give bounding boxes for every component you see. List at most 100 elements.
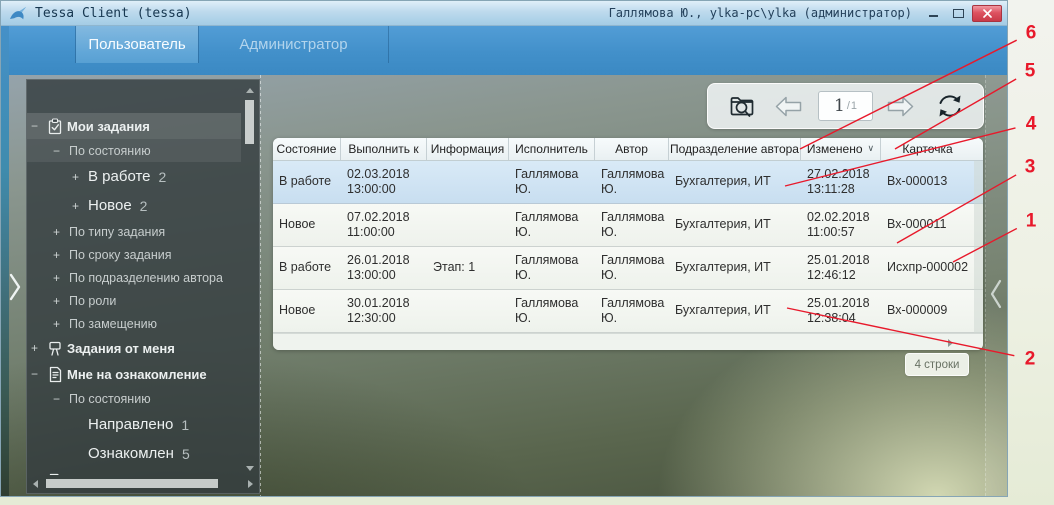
collapse-expander-icon[interactable]: − <box>31 367 47 381</box>
refresh-icon <box>934 91 966 121</box>
table-vertical-scrollbar[interactable] <box>974 161 983 333</box>
expand-expander-icon[interactable]: + <box>53 271 69 285</box>
scroll-down-icon[interactable] <box>246 466 254 471</box>
cell-line: 12:30:00 <box>347 311 421 327</box>
cell-line: Ю. <box>515 225 589 241</box>
sidebar-item[interactable]: +По замещению <box>27 312 241 335</box>
annotation-number-1: 1 <box>1026 211 1037 232</box>
column-header[interactable]: Автор <box>595 138 669 160</box>
column-header-label: Состояние <box>277 142 337 156</box>
maximize-icon <box>953 9 964 18</box>
table-cell: В работе <box>273 161 341 203</box>
cell-line: Исхпр-000002 <box>887 260 968 276</box>
scrollbar-thumb[interactable] <box>46 479 218 488</box>
expand-expander-icon[interactable]: + <box>53 225 69 239</box>
sidebar-item[interactable]: +По типу задания <box>27 220 241 243</box>
cell-line: 13:11:28 <box>807 182 875 198</box>
expand-expander-icon[interactable]: + <box>53 317 69 331</box>
annotation-number-4: 4 <box>1026 114 1037 135</box>
sidebar-vertical-scrollbar[interactable] <box>244 88 255 471</box>
expand-expander-icon[interactable]: + <box>53 248 69 262</box>
annotation-number-6: 6 <box>1026 23 1037 44</box>
title-bar: Tessa Client (tessa) Галлямова Ю., ylka-… <box>1 1 1007 26</box>
sidebar-item[interactable]: −Мои задания <box>27 113 241 139</box>
previous-page-button[interactable] <box>773 94 804 119</box>
sidebar-horizontal-scrollbar[interactable] <box>33 478 233 489</box>
scroll-up-icon[interactable] <box>246 88 254 93</box>
collapse-expander-icon[interactable]: − <box>53 144 69 158</box>
sidebar-item[interactable]: −По состоянию <box>27 139 241 162</box>
main-tab-bar: Пользователь Администратор <box>9 26 1007 75</box>
scroll-right-icon[interactable] <box>948 339 953 347</box>
column-header[interactable]: Карточка <box>881 138 974 160</box>
table-row[interactable]: В работе26.01.201813:00:00Этап: 1Галлямо… <box>273 247 983 290</box>
table-row[interactable]: Новое07.02.201811:00:00ГаллямоваЮ.Галлям… <box>273 204 983 247</box>
folder-search-button[interactable] <box>728 93 757 120</box>
sidebar-item[interactable]: +По сроку задания <box>27 243 241 266</box>
next-page-button[interactable] <box>885 94 916 119</box>
table-horizontal-scrollbar[interactable] <box>273 333 983 350</box>
maximize-button[interactable] <box>947 5 969 22</box>
cell-line: Новое <box>279 303 335 319</box>
item-count-badge: 5 <box>182 446 190 462</box>
expand-expander-icon[interactable]: + <box>72 199 88 213</box>
annotation-number-3: 3 <box>1025 157 1036 178</box>
sidebar-item[interactable]: Направлено1 <box>27 410 241 439</box>
collapse-expander-icon[interactable]: − <box>31 119 47 133</box>
column-header[interactable]: Выполнить к <box>341 138 427 160</box>
collapse-right-panel-chevron[interactable] <box>989 277 1003 316</box>
column-header[interactable]: Информация <box>427 138 509 160</box>
collapse-left-panel-chevron[interactable] <box>9 271 23 308</box>
table-cell: ГаллямоваЮ. <box>509 204 595 246</box>
expand-expander-icon[interactable]: + <box>53 294 69 308</box>
table-cell: 02.03.201813:00:00 <box>341 161 427 203</box>
scroll-left-icon[interactable] <box>33 480 38 488</box>
column-header[interactable]: Исполнитель <box>509 138 595 160</box>
sidebar-tree: −Мои задания−По состоянию+В работе2+Ново… <box>27 80 241 475</box>
table-cell: 27.02.201813:11:28 <box>801 161 881 203</box>
refresh-button[interactable] <box>934 91 966 121</box>
sidebar-item[interactable]: +Задания от меня <box>27 335 241 361</box>
column-header[interactable]: Подразделение автора <box>669 138 801 160</box>
cell-line: Ю. <box>601 225 663 241</box>
app-window: Tessa Client (tessa) Галлямова Ю., ylka-… <box>0 0 1008 497</box>
sidebar-item[interactable]: +В работе2 <box>27 162 241 191</box>
column-header[interactable]: Изменено∨ <box>801 138 881 160</box>
folder-search-icon <box>728 93 757 120</box>
cell-line: 27.02.2018 <box>807 167 875 183</box>
sidebar-item[interactable]: +По подразделению автора <box>27 266 241 289</box>
tab-administrator[interactable]: Администратор <box>199 26 388 63</box>
scrollbar-thumb[interactable] <box>245 100 254 144</box>
sidebar-splitter[interactable] <box>260 75 261 496</box>
cell-line: 12:38:04 <box>807 311 875 327</box>
column-header[interactable]: Состояние <box>273 138 341 160</box>
tab-user[interactable]: Пользователь <box>76 26 198 63</box>
cell-line: Вх-000011 <box>887 217 968 233</box>
sidebar-item[interactable]: −Мне на ознакомление <box>27 361 241 387</box>
cell-line: 11:00:57 <box>807 225 875 241</box>
table-cell: ГаллямоваЮ. <box>595 204 669 246</box>
table-cell: Вх-000013 <box>881 161 974 203</box>
cell-line: Галлямова <box>601 296 663 312</box>
sidebar-item-partial[interactable] <box>27 468 241 475</box>
collapse-expander-icon[interactable]: − <box>53 392 69 406</box>
expand-expander-icon[interactable]: + <box>72 170 88 184</box>
scroll-right-icon[interactable] <box>248 480 253 488</box>
table-row[interactable]: В работе02.03.201813:00:00ГаллямоваЮ.Гал… <box>273 161 983 204</box>
navigation-sidebar: −Мои задания−По состоянию+В работе2+Ново… <box>26 79 260 494</box>
cell-line: 30.01.2018 <box>347 296 421 312</box>
table-cell: Бухгалтерия, ИТ <box>669 290 801 332</box>
sidebar-item[interactable]: −По состоянию <box>27 387 241 410</box>
sidebar-item[interactable]: +По роли <box>27 289 241 312</box>
sort-descending-icon[interactable]: ∨ <box>868 144 875 154</box>
page-indicator[interactable]: 1 / 1 <box>818 91 873 121</box>
minimize-button[interactable] <box>922 5 944 22</box>
expand-expander-icon[interactable]: + <box>31 341 47 355</box>
table-row[interactable]: Новое30.01.201812:30:00ГаллямоваЮ.Галлям… <box>273 290 983 333</box>
current-user-info: Галлямова Ю., ylka-pc\ylka (администрато… <box>609 6 912 20</box>
cell-line: Ю. <box>601 268 663 284</box>
cell-line: Бухгалтерия, ИТ <box>675 174 795 190</box>
sidebar-item[interactable]: +Новое2 <box>27 191 241 220</box>
close-button[interactable] <box>972 5 1002 22</box>
sidebar-item[interactable]: Ознакомлен5 <box>27 439 241 468</box>
